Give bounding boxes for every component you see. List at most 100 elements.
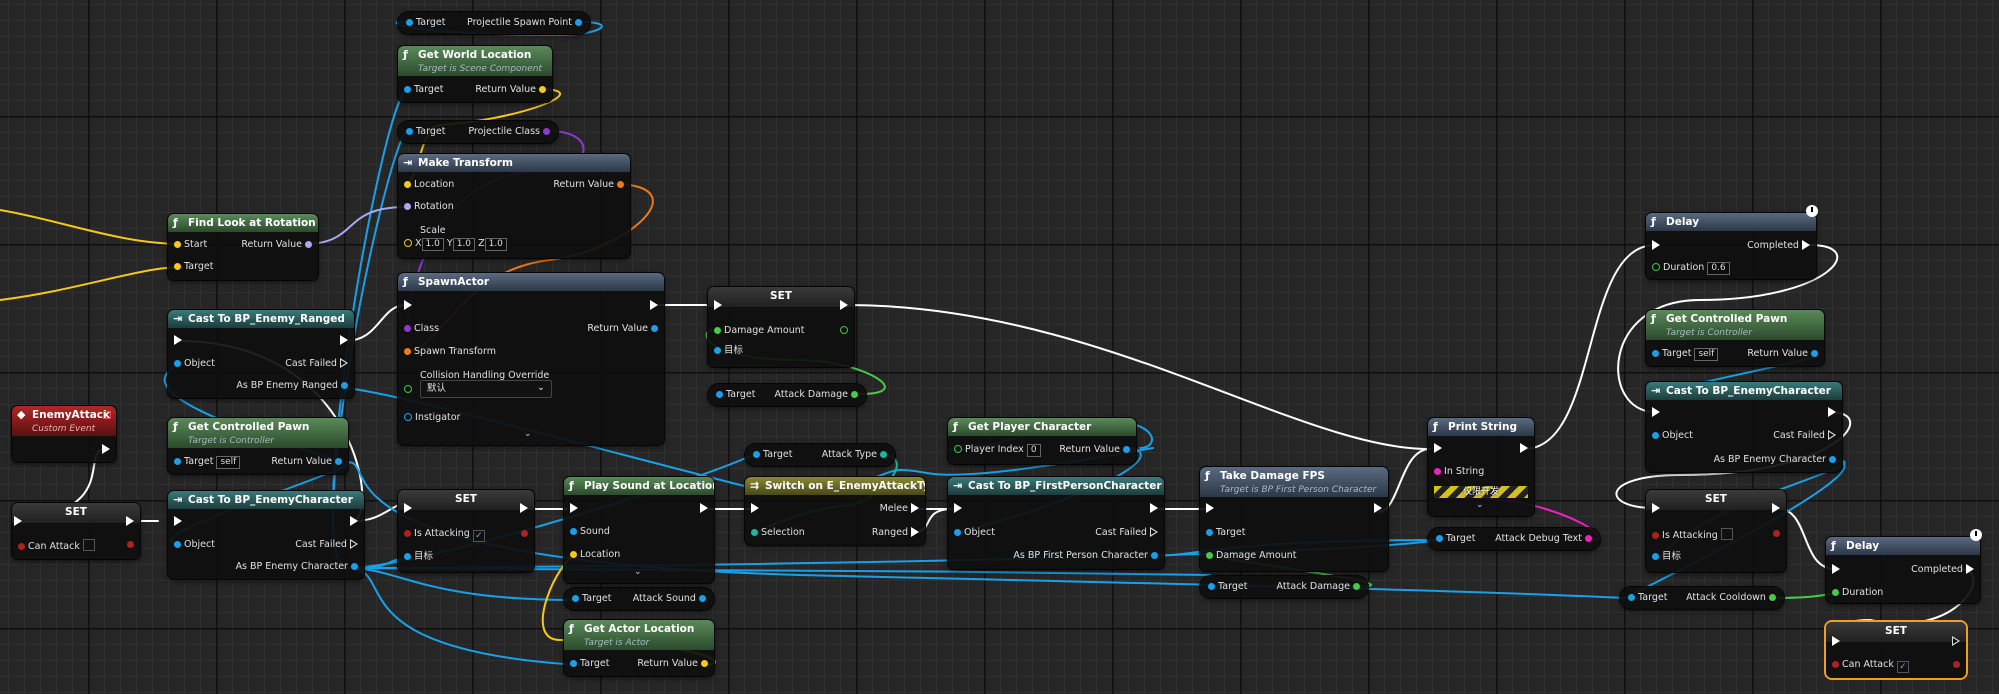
exec-in-pin[interactable] xyxy=(1652,240,1660,250)
expand-chevron-icon[interactable]: ⌄ xyxy=(524,429,532,439)
exec-in-pin[interactable] xyxy=(570,503,578,513)
cast-failed-pin[interactable] xyxy=(340,358,348,368)
instigator-pin[interactable] xyxy=(404,413,412,421)
object-pin[interactable] xyxy=(572,595,579,602)
location-pin[interactable] xyxy=(404,181,411,188)
return-pin[interactable] xyxy=(701,660,708,667)
cast-failed-pin[interactable] xyxy=(1150,527,1158,537)
duration-pin[interactable] xyxy=(1832,589,1839,596)
play-sound-at-location-node[interactable]: ƒ Play Sound at Location Sound Location ⌄ xyxy=(564,477,714,583)
expand-chevron-icon[interactable]: ⌄ xyxy=(634,567,642,577)
take-damage-fps-node[interactable]: ƒ Take Damage FPS Target is BP First Perso… xyxy=(1200,467,1388,571)
as-enemy-character-pin[interactable] xyxy=(1829,456,1836,463)
expand-chevron-icon[interactable]: ⌄ xyxy=(1476,500,1484,510)
scale-y-field[interactable]: 1.0 xyxy=(452,238,476,251)
melee-exec-pin[interactable] xyxy=(911,503,919,513)
object-pin[interactable] xyxy=(1208,583,1215,590)
target-pin[interactable] xyxy=(714,347,721,354)
target-pin[interactable] xyxy=(404,553,411,560)
class-pin[interactable] xyxy=(404,325,411,332)
transform-pin[interactable] xyxy=(404,348,411,355)
target-pin[interactable] xyxy=(404,86,411,93)
selection-pin[interactable] xyxy=(751,529,758,536)
object-pin[interactable] xyxy=(174,360,181,367)
float-pin[interactable] xyxy=(1769,594,1776,601)
is-attacking-checkbox[interactable] xyxy=(1720,528,1733,540)
start-pin[interactable] xyxy=(174,241,181,248)
as-first-person-pin[interactable] xyxy=(1151,552,1158,559)
is-attacking-checkbox[interactable]: ✓ xyxy=(472,530,485,542)
exec-in-pin[interactable] xyxy=(404,503,412,513)
completed-exec-pin[interactable] xyxy=(1802,240,1810,250)
object-pin[interactable] xyxy=(1436,535,1443,542)
damage-pin[interactable] xyxy=(1206,552,1213,559)
delay-node[interactable]: ƒ Delay Completed Duration 0.6 xyxy=(1646,205,1818,279)
return-pin[interactable] xyxy=(335,458,342,465)
exec-in-pin[interactable] xyxy=(751,503,759,513)
get-player-character-node[interactable]: ƒ Get Player Character Player Index 0 Ret… xyxy=(948,418,1136,464)
exec-out-pin[interactable] xyxy=(840,300,848,310)
get-attack-type-node[interactable]: Target Attack Type xyxy=(745,444,895,466)
cast-failed-pin[interactable] xyxy=(350,539,358,549)
bool-pin[interactable] xyxy=(404,530,411,537)
exec-out-pin[interactable] xyxy=(340,335,348,345)
collision-dropdown[interactable]: 默认 ⌄ xyxy=(420,380,552,398)
spawn-actor-node[interactable]: ƒ SpawnActor Class Return Value Spawn Tra… xyxy=(398,273,664,445)
object-pin[interactable] xyxy=(1652,432,1659,439)
get-controlled-pawn-node[interactable]: ƒ Get Controlled Pawn Target is Controller… xyxy=(168,418,348,474)
bool-out-pin[interactable] xyxy=(521,530,528,537)
exec-out-pin[interactable] xyxy=(1828,407,1836,417)
get-projectile-class-node[interactable]: Target Projectile Class xyxy=(398,121,558,143)
float-out-pin[interactable] xyxy=(840,326,848,334)
set-damage-amount-node[interactable]: SET Damage Amount 目标 xyxy=(708,287,854,367)
return-pin[interactable] xyxy=(539,86,546,93)
object-pin[interactable] xyxy=(174,541,181,548)
find-look-at-rotation-node[interactable]: ƒ Find Look at Rotation Start Return Valu… xyxy=(168,214,318,280)
exec-out-pin[interactable] xyxy=(1150,503,1158,513)
exec-out-pin[interactable] xyxy=(1520,443,1528,453)
target-pin[interactable] xyxy=(1652,553,1659,560)
cast-failed-pin[interactable] xyxy=(1828,430,1836,440)
bool-pin[interactable] xyxy=(18,543,25,550)
self-field[interactable]: self xyxy=(216,456,241,469)
return-pin[interactable] xyxy=(651,325,658,332)
completed-exec-pin[interactable] xyxy=(1966,564,1974,574)
cast-to-bp-enemy-character-node[interactable]: ⇥ Cast To BP_EnemyCharacter Object Cast F… xyxy=(1646,382,1842,472)
object-pin[interactable] xyxy=(1628,594,1635,601)
bool-out-pin[interactable] xyxy=(127,541,134,548)
object-pin[interactable] xyxy=(406,128,413,135)
exec-in-pin[interactable] xyxy=(1206,503,1214,513)
object-pin[interactable] xyxy=(406,19,413,26)
target-pin[interactable] xyxy=(1652,350,1659,357)
bool-pin[interactable] xyxy=(1652,532,1659,539)
bool-out-pin[interactable] xyxy=(1953,661,1960,668)
exec-in-pin[interactable] xyxy=(1434,443,1442,453)
return-pin[interactable] xyxy=(617,181,624,188)
string-pin[interactable] xyxy=(1585,535,1592,542)
bool-out-pin[interactable] xyxy=(1773,530,1780,537)
print-string-node[interactable]: ƒ Print String In String 仅限开发 ⌄ xyxy=(1428,418,1534,516)
set-is-attacking-node[interactable]: SET Is Attacking 目标 xyxy=(1646,490,1786,572)
return-pin[interactable] xyxy=(1123,446,1130,453)
scale-x-field[interactable]: 1.0 xyxy=(421,238,444,251)
target-pin[interactable] xyxy=(174,263,181,270)
object-pin[interactable] xyxy=(753,451,760,458)
can-attack-checkbox[interactable]: ✓ xyxy=(1896,661,1909,673)
get-projectile-spawn-point-node[interactable]: Target Projectile Spawn Point xyxy=(398,12,590,34)
set-can-attack-node[interactable]: SET Can Attack xyxy=(12,503,140,559)
set-can-attack-node[interactable]: SET Can Attack ✓ xyxy=(1826,622,1966,678)
get-attack-damage-node[interactable]: Target Attack Damage xyxy=(1200,576,1368,598)
location-pin[interactable] xyxy=(570,551,577,558)
exec-in-pin[interactable] xyxy=(714,300,722,310)
scale-pin[interactable] xyxy=(404,239,412,247)
target-pin[interactable] xyxy=(1206,529,1213,536)
duration-field[interactable]: 0.6 xyxy=(1707,262,1730,275)
set-is-attacking-node[interactable]: SET Is Attacking ✓ 目标 xyxy=(398,490,534,572)
collision-pin[interactable] xyxy=(404,385,412,393)
can-attack-checkbox[interactable] xyxy=(82,539,95,551)
as-enemy-ranged-pin[interactable] xyxy=(341,382,348,389)
exec-out-pin[interactable] xyxy=(1772,503,1780,513)
cast-to-bp-enemy-character-node[interactable]: ⇥ Cast To BP_EnemyCharacter Object Cast F… xyxy=(168,491,364,579)
exec-out-pin[interactable] xyxy=(1952,636,1960,646)
exec-out-pin[interactable] xyxy=(650,300,658,310)
